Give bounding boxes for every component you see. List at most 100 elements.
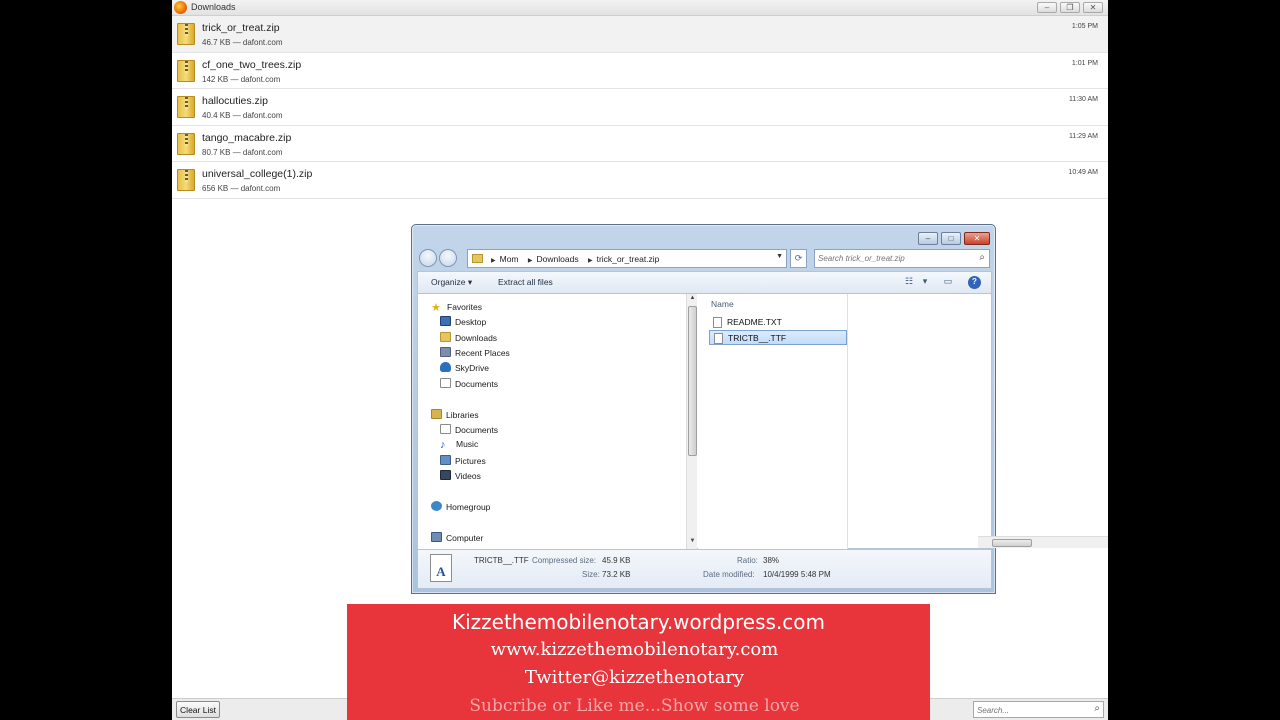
size-value: 73.2 KB: [602, 570, 631, 579]
zip-file-icon: [177, 96, 195, 119]
size-label: Size:: [582, 570, 600, 579]
compressed-size-value: 45.9 KB: [602, 556, 631, 565]
command-bar: Organize ▾ Extract all files ☷ ▾ ▭ ?: [417, 271, 992, 293]
address-bar[interactable]: ▶ Mom ▶ Downloads ▶ trick_or_treat.zip ▼: [467, 249, 787, 268]
scroll-up-icon[interactable]: ▲: [688, 295, 697, 304]
nav-library-documents[interactable]: Documents: [440, 424, 498, 435]
download-time: 1:01 PM: [1071, 59, 1098, 67]
zip-file-icon: [177, 132, 195, 155]
breadcrumb: ▶ Mom ▶ Downloads ▶ trick_or_treat.zip: [491, 254, 660, 264]
download-name: hallocuties.zip: [202, 95, 268, 108]
download-info: 46.7 KB — dafont.com: [202, 38, 283, 47]
banner-line: Subcribe or Like me...Show some love: [469, 696, 800, 716]
search-icon[interactable]: ⌕: [1094, 703, 1100, 714]
preview-pane-icon[interactable]: ▭: [941, 276, 955, 288]
nav-recent-places[interactable]: Recent Places: [440, 347, 510, 358]
banner-line: www.kizzethemobilenotary.com: [490, 639, 779, 660]
screen: Downloads – ❐ ✕ trick_or_treat.zip 46.7 …: [172, 0, 1108, 720]
download-item[interactable]: tango_macabre.zip 80.7 KB — dafont.com 1…: [172, 126, 1108, 163]
horizontal-scrollbar[interactable]: [978, 536, 1108, 548]
zip-file-icon: [177, 169, 195, 192]
minimize-button[interactable]: –: [1037, 2, 1057, 13]
download-time: 10:49 AM: [1068, 169, 1098, 177]
detail-file-name: TRICTB__.TTF: [474, 556, 529, 565]
refresh-icon[interactable]: ⟳: [790, 249, 807, 268]
download-name: cf_one_two_trees.zip: [202, 58, 302, 71]
banner-line: Kizzethemobilenotary.wordpress.com: [451, 610, 826, 634]
window-title: Downloads: [191, 2, 236, 12]
scrollbar-thumb[interactable]: [992, 539, 1032, 547]
nav-computer[interactable]: Computer: [431, 532, 483, 543]
download-time: 11:29 AM: [1068, 132, 1098, 140]
clear-list-button[interactable]: Clear List: [176, 701, 220, 718]
download-item[interactable]: universal_college(1).zip 656 KB — dafont…: [172, 162, 1108, 199]
font-file-icon: A: [430, 554, 452, 582]
view-options-icon[interactable]: ☷: [902, 276, 916, 288]
file-item[interactable]: README.TXT: [709, 315, 847, 330]
download-item[interactable]: cf_one_two_trees.zip 142 KB — dafont.com…: [172, 53, 1108, 90]
download-name: trick_or_treat.zip: [202, 22, 280, 34]
download-item[interactable]: trick_or_treat.zip 46.7 KB — dafont.com …: [172, 16, 1108, 53]
scrollbar-thumb[interactable]: [688, 306, 697, 456]
promo-banner: Kizzethemobilenotary.wordpress.com www.k…: [347, 604, 930, 720]
explorer-minimize-button[interactable]: –: [918, 232, 938, 245]
nav-skydrive[interactable]: SkyDrive: [440, 362, 489, 373]
file-item[interactable]: TRICTB__.TTF: [709, 330, 847, 345]
column-header-name[interactable]: Name: [711, 299, 734, 309]
download-list: trick_or_treat.zip 46.7 KB — dafont.com …: [172, 16, 1108, 199]
text-file-icon: [713, 317, 722, 328]
restore-button[interactable]: ❐: [1060, 2, 1080, 13]
nav-libraries[interactable]: Libraries: [431, 409, 479, 420]
details-pane: A TRICTB__.TTF Compressed size: 45.9 KB …: [417, 549, 992, 589]
search-input[interactable]: [818, 252, 968, 265]
forward-button[interactable]: [439, 249, 457, 267]
nav-documents[interactable]: Documents: [440, 378, 498, 389]
font-file-icon: [714, 333, 723, 344]
help-icon[interactable]: ?: [968, 276, 981, 289]
nav-videos[interactable]: Videos: [440, 470, 481, 481]
nav-homegroup[interactable]: Homegroup: [431, 501, 490, 512]
date-modified-label: Date modified:: [703, 570, 755, 579]
folder-icon: [472, 254, 483, 263]
breadcrumb-item[interactable]: trick_or_treat.zip: [597, 254, 660, 264]
download-time: 1:05 PM: [1071, 23, 1098, 30]
close-button[interactable]: ✕: [1083, 2, 1103, 13]
nav-downloads[interactable]: Downloads: [440, 332, 497, 343]
download-info: 80.7 KB — dafont.com: [202, 147, 283, 157]
breadcrumb-item[interactable]: Mom: [500, 254, 519, 264]
chevron-down-icon[interactable]: ▼: [776, 253, 783, 260]
nav-desktop[interactable]: Desktop: [440, 316, 486, 327]
download-info: 40.4 KB — dafont.com: [202, 111, 283, 121]
file-list: Name README.TXT TRICTB__.TTF: [698, 294, 1108, 549]
chevron-down-icon[interactable]: ▾: [918, 276, 932, 288]
nav-pictures[interactable]: Pictures: [440, 455, 486, 466]
extract-all-button[interactable]: Extract all files: [498, 277, 553, 287]
scroll-down-icon[interactable]: ▼: [688, 538, 697, 547]
nav-music[interactable]: ♪ Music: [440, 439, 478, 451]
download-name: universal_college(1).zip: [202, 168, 313, 181]
firefox-icon: [174, 1, 187, 14]
search-input[interactable]: [977, 704, 1087, 716]
explorer-maximize-button[interactable]: □: [941, 232, 961, 245]
navigation-row: ▶ Mom ▶ Downloads ▶ trick_or_treat.zip ▼ ⟳ …: [417, 248, 992, 270]
back-button[interactable]: [419, 249, 437, 267]
download-info: 142 KB — dafont.com: [202, 74, 281, 84]
search-icon[interactable]: ⌕: [979, 252, 985, 263]
download-name: tango_macabre.zip: [202, 131, 292, 144]
content-area: ★ Favorites Desktop Downloads Recent Plac…: [417, 293, 1108, 549]
explorer-close-button[interactable]: ✕: [964, 232, 990, 245]
compressed-size-label: Compressed size:: [532, 556, 597, 565]
organize-button[interactable]: Organize ▾: [431, 277, 472, 288]
explorer-search[interactable]: ⌕: [814, 249, 990, 268]
navigation-pane: ★ Favorites Desktop Downloads Recent Plac…: [418, 294, 686, 549]
download-time: 11:30 AM: [1068, 96, 1098, 104]
breadcrumb-item[interactable]: Downloads: [537, 254, 579, 264]
downloads-search[interactable]: ⌕: [973, 701, 1104, 718]
zip-file-icon: [177, 23, 195, 45]
download-info: 656 KB — dafont.com: [202, 184, 281, 194]
explorer-window: – □ ✕ ▶ Mom ▶ Downloads ▶ trick_or_treat.zi…: [411, 224, 1108, 594]
vertical-scrollbar[interactable]: ▲ ▼: [686, 294, 697, 549]
ratio-value: 38%: [763, 556, 780, 565]
nav-favorites[interactable]: ★ Favorites: [431, 301, 482, 314]
download-item[interactable]: hallocuties.zip 40.4 KB — dafont.com 11:…: [172, 89, 1108, 126]
